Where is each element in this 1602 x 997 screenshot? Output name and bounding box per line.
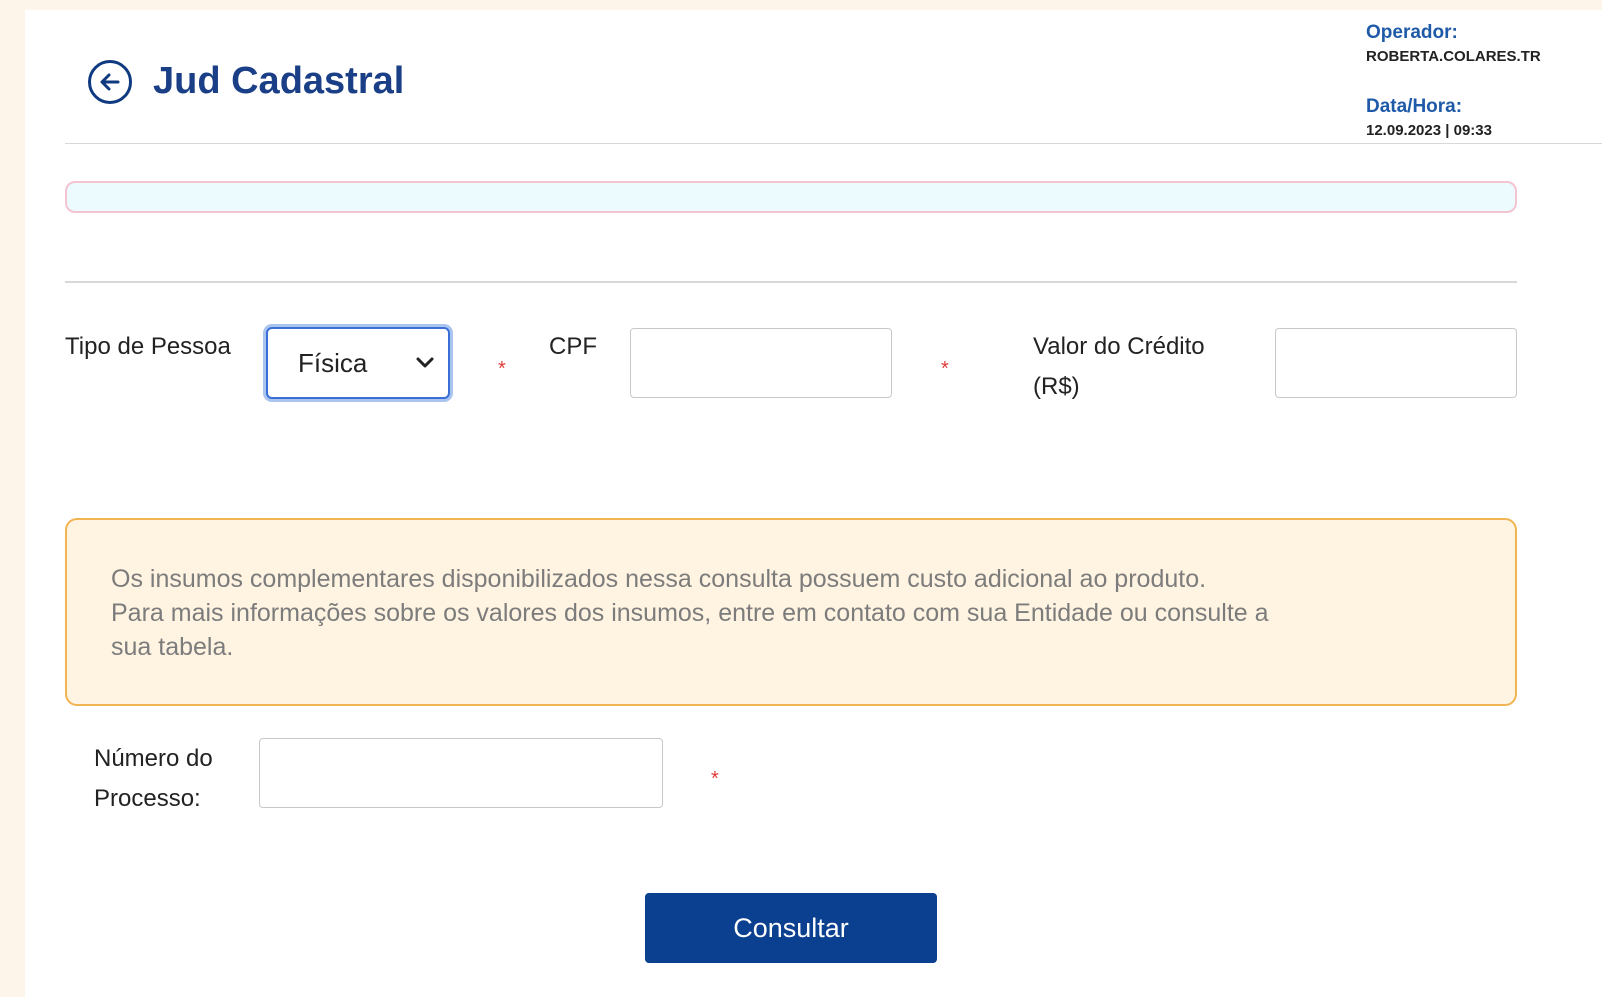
- valor-credito-input[interactable]: [1275, 328, 1517, 398]
- valor-credito-label: Valor do Crédito (R$): [1033, 327, 1205, 407]
- datetime-label: Data/Hora:: [1366, 96, 1463, 117]
- numero-processo-label-line2: Processo:: [94, 785, 201, 812]
- required-marker: *: [941, 358, 949, 380]
- tipo-pessoa-selected: Física: [298, 347, 368, 378]
- notice-line-3: sua tabela.: [111, 633, 234, 661]
- numero-processo-label-line1: Número do: [94, 745, 213, 772]
- back-button[interactable]: [88, 60, 132, 104]
- numero-processo-label: Número do Processo:: [94, 739, 213, 819]
- page-title: Jud Cadastral: [153, 60, 405, 102]
- datetime-value: 12.09.2023 | 09:33: [1366, 122, 1492, 139]
- arrow-left-circle-icon: [100, 73, 120, 91]
- valor-credito-label-line2: (R$): [1033, 373, 1080, 400]
- operator-value: ROBERTA.COLARES.TR: [1366, 48, 1541, 65]
- tipo-pessoa-label: Tipo de Pessoa: [65, 333, 231, 360]
- numero-processo-input[interactable]: [259, 738, 663, 808]
- consultar-button[interactable]: Consultar: [645, 893, 937, 963]
- required-marker: *: [498, 358, 506, 380]
- main-panel: Jud Cadastral Operador: ROBERTA.COLARES.…: [25, 10, 1602, 997]
- info-notice: Os insumos complementares disponibilizad…: [65, 518, 1517, 706]
- tipo-pessoa-select[interactable]: Física: [266, 327, 450, 399]
- valor-credito-label-line1: Valor do Crédito: [1033, 333, 1205, 360]
- cpf-input[interactable]: [630, 328, 892, 398]
- operator-label: Operador:: [1366, 22, 1458, 43]
- message-bar: [65, 181, 1517, 213]
- notice-line-2: Para mais informações sobre os valores d…: [111, 599, 1269, 627]
- cpf-label: CPF: [549, 333, 597, 360]
- chevron-down-icon: [416, 357, 434, 368]
- notice-line-1: Os insumos complementares disponibilizad…: [111, 565, 1207, 593]
- required-marker: *: [711, 768, 719, 790]
- header-divider: [65, 143, 1602, 144]
- section-divider: [65, 281, 1517, 283]
